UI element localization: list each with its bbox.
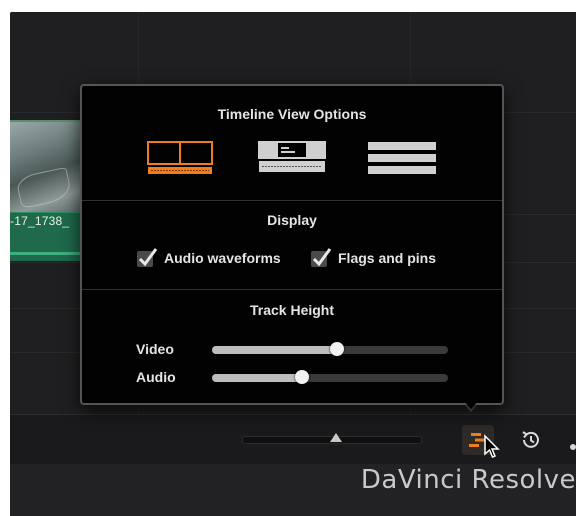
audio-height-fill bbox=[212, 374, 302, 382]
thumbnail-view-icon bbox=[147, 141, 213, 174]
more-button[interactable] bbox=[564, 425, 576, 455]
audio-height-slider[interactable] bbox=[212, 370, 448, 384]
history-icon bbox=[522, 431, 539, 448]
section-divider bbox=[82, 289, 502, 290]
view-mode-thumbnail-button[interactable] bbox=[146, 140, 216, 180]
audio-height-knob[interactable] bbox=[294, 370, 309, 384]
audio-height-label: Audio bbox=[136, 369, 176, 385]
checkmark-icon bbox=[137, 248, 158, 267]
flags-and-pins-label: Flags and pins bbox=[338, 250, 437, 266]
filmstrip-view-icon bbox=[258, 141, 326, 172]
video-height-slider[interactable] bbox=[212, 342, 448, 356]
popover-title: Timeline View Options bbox=[217, 106, 367, 122]
section-divider bbox=[82, 200, 502, 201]
app-name: DaVinci Resolve bbox=[360, 465, 576, 495]
video-height-label: Video bbox=[136, 341, 174, 357]
view-mode-filmstrip-button[interactable] bbox=[258, 140, 328, 180]
dot-icon bbox=[570, 444, 576, 450]
view-mode-simplified-button[interactable] bbox=[368, 140, 438, 180]
track-height-section-title: Track Height bbox=[249, 302, 335, 318]
simplified-view-icon bbox=[368, 142, 436, 174]
video-clip[interactable] bbox=[10, 120, 80, 214]
history-button[interactable] bbox=[514, 425, 546, 455]
zoom-slider-thumb[interactable] bbox=[330, 433, 342, 442]
video-height-knob[interactable] bbox=[330, 342, 345, 356]
timeline-view-options-popover: Timeline View Options Display Audio wave… bbox=[80, 84, 504, 405]
mouse-cursor-icon bbox=[482, 434, 500, 465]
clip-name: -17_1738_ bbox=[10, 214, 70, 228]
audio-waveforms-label: Audio waveforms bbox=[164, 250, 281, 266]
display-section-title: Display bbox=[267, 212, 317, 228]
video-height-fill bbox=[212, 346, 338, 354]
audio-waveforms-checkbox[interactable]: Audio waveforms bbox=[136, 246, 281, 270]
audio-waveform bbox=[10, 252, 80, 255]
checkmark-icon bbox=[311, 248, 332, 267]
flags-and-pins-checkbox[interactable]: Flags and pins bbox=[310, 246, 436, 270]
